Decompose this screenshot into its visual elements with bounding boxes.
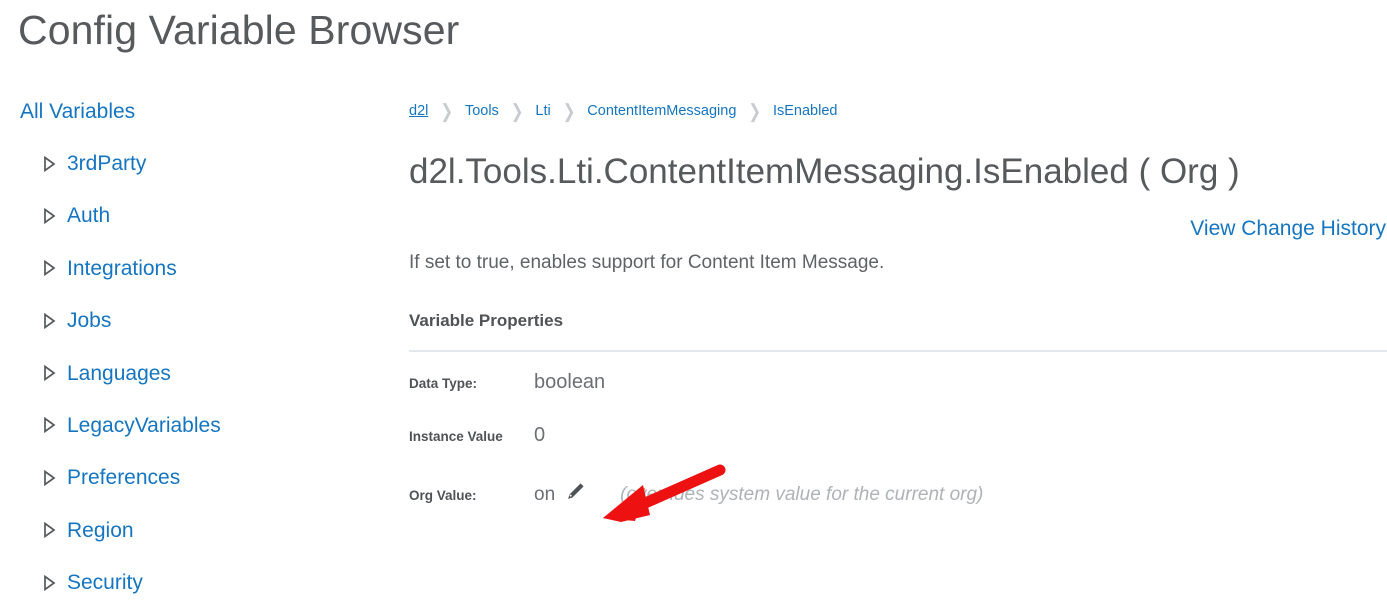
sidebar-item-label[interactable]: Languages [67,363,171,384]
property-label: Org Value: [409,487,477,503]
pencil-icon[interactable] [564,481,586,503]
property-row-data-type: Data Type: boolean [409,372,1387,425]
breadcrumb-item-lti[interactable]: Lti [535,103,550,119]
triangle-right-icon[interactable] [41,416,57,434]
property-value: 0 [534,423,546,446]
property-row-instance-value: Instance Value 0 [409,425,1387,478]
breadcrumb-item-isenabled[interactable]: IsEnabled [773,103,838,119]
property-row-org-value: Org Value: on (overrides system value fo… [409,478,1387,531]
view-change-history-link[interactable]: View Change History [1190,217,1386,240]
sidebar-item-languages[interactable]: Languages [0,347,400,399]
sidebar-item-region[interactable]: Region [0,504,400,556]
triangle-right-icon[interactable] [41,574,57,592]
sidebar-item-preferences[interactable]: Preferences [0,452,400,504]
sidebar-item-label[interactable]: Region [67,520,134,541]
triangle-right-icon[interactable] [41,364,57,382]
variable-properties-heading: Variable Properties [409,310,564,330]
sidebar-item-all-variables[interactable]: All Variables [20,98,135,126]
chevron-right-icon: ❯ [440,101,453,123]
chevron-right-icon: ❯ [748,101,761,123]
sidebar-item-security[interactable]: Security [0,556,400,608]
sidebar-item-label[interactable]: 3rdParty [67,153,146,174]
chevron-right-icon: ❯ [510,101,524,123]
triangle-right-icon[interactable] [41,207,57,225]
triangle-right-icon[interactable] [41,155,57,173]
sidebar-item-label[interactable]: Integrations [67,258,177,279]
sidebar-item-label[interactable]: Jobs [67,310,111,331]
sidebar-tree-list: 3rdParty Auth Integrations Jobs Language… [0,137,400,609]
breadcrumb-item-tools[interactable]: Tools [465,103,499,119]
sidebar-item-legacyvariables[interactable]: LegacyVariables [0,399,400,451]
sidebar-item-jobs[interactable]: Jobs [0,295,400,347]
sidebar-item-integrations[interactable]: Integrations [0,242,400,294]
property-value: boolean [534,370,606,393]
triangle-right-icon[interactable] [41,312,57,330]
section-divider [409,349,1387,352]
sidebar-item-3rdparty[interactable]: 3rdParty [0,137,400,189]
breadcrumb: d2l ❯ Tools ❯ Lti ❯ ContentItemMessaging… [409,98,1387,124]
property-note: (overrides system value for the current … [620,483,984,505]
property-value: on [534,483,556,505]
sidebar-item-label[interactable]: LegacyVariables [67,415,221,436]
breadcrumb-item-contentitemmessaging[interactable]: ContentItemMessaging [587,103,736,119]
triangle-right-icon[interactable] [41,521,57,539]
sidebar-item-label[interactable]: Auth [67,205,110,226]
breadcrumb-item-d2l[interactable]: d2l [409,103,428,119]
change-history-row: View Change History [409,217,1387,241]
triangle-right-icon[interactable] [41,469,57,487]
property-label: Data Type: [409,375,478,391]
variable-detail-panel: d2l ❯ Tools ❯ Lti ❯ ContentItemMessaging… [409,98,1387,531]
sidebar-item-label[interactable]: Security [67,572,143,593]
property-label: Instance Value [409,428,503,444]
sidebar-item-auth[interactable]: Auth [0,190,400,242]
page-title: Config Variable Browser [18,7,460,53]
variable-name-heading: d2l.Tools.Lti.ContentItemMessaging.IsEna… [409,152,1240,191]
variable-properties-table: Data Type: boolean Instance Value 0 Org … [409,372,1387,531]
variable-description: If set to true, enables support for Cont… [409,252,885,274]
variable-tree-sidebar: All Variables 3rdParty Auth Integrations… [0,98,400,609]
triangle-right-icon[interactable] [41,259,57,277]
sidebar-item-label[interactable]: Preferences [67,467,180,488]
chevron-right-icon: ❯ [562,101,576,123]
